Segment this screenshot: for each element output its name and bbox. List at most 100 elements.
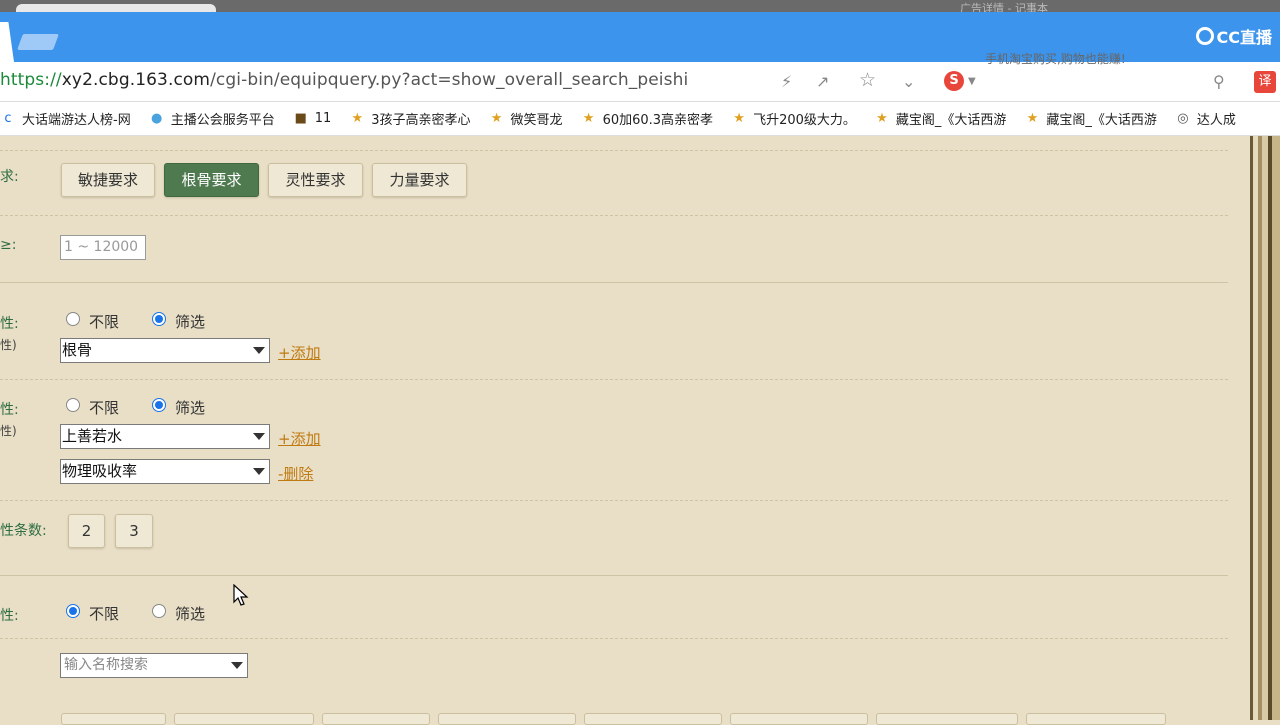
dropdown-arrow-icon [231, 662, 243, 669]
address-bar: https://xy2.cbg.163.com/cgi-bin/equipque… [0, 52, 1280, 102]
attr1-label: 性: [0, 316, 19, 332]
bookmark-icon: c [4, 110, 12, 126]
bookmark-item[interactable]: ★ 藏宝阁_《大话西游 [874, 109, 1007, 128]
bookmark-label: 60加60.3高亲密孝 [602, 113, 714, 128]
bookmark-label: 达人成 [1196, 113, 1236, 128]
attr3-radio-filter-label: 筛选 [175, 605, 206, 623]
chevron-down-icon[interactable]: ⌄ [902, 72, 915, 91]
mouse-cursor-icon [233, 584, 249, 606]
bookmark-icon: ■ [294, 110, 307, 126]
bottom-button[interactable] [1026, 713, 1166, 725]
attr1-select[interactable]: 根骨 [60, 338, 270, 363]
active-tab[interactable] [0, 22, 14, 62]
attr1-sublabel: 性) [0, 338, 17, 352]
bookmark-icon: ★ [582, 110, 595, 126]
attr2-radio-filter[interactable] [152, 398, 166, 412]
bookmark-item[interactable]: ★ 60加60.3高亲密孝 [581, 109, 714, 128]
attr2-select-1-value: 上善若水 [62, 427, 123, 445]
min-value-label: ≥: [0, 237, 17, 253]
bottom-button[interactable] [730, 713, 868, 725]
cc-logo-icon [1195, 27, 1214, 45]
bone-req-button[interactable]: 根骨要求 [164, 163, 259, 197]
bookmark-item[interactable]: ★ 飞升200级大力。 [731, 109, 856, 128]
divider [0, 282, 1228, 283]
attr1-radio-unlimited-label: 不限 [89, 313, 120, 331]
attr1-radio-filter[interactable] [152, 312, 166, 326]
translate-button[interactable]: 译 [1254, 71, 1276, 93]
lightning-icon[interactable]: ⚡ [781, 72, 792, 91]
requirement-label: 求: [0, 169, 19, 185]
attr2-sublabel: 性) [0, 424, 17, 438]
attr1-radio-filter-label: 筛选 [175, 313, 206, 331]
decorative-border [1250, 136, 1280, 720]
bookmark-icon: ◎ [1177, 110, 1189, 126]
divider [0, 575, 1228, 576]
url-field[interactable]: https://xy2.cbg.163.com/cgi-bin/equipque… [0, 70, 688, 90]
range-input[interactable]: 1 ~ 12000 [60, 235, 146, 260]
bottom-button[interactable] [876, 713, 1018, 725]
bookmark-icon: ★ [1026, 110, 1039, 126]
divider [0, 215, 1228, 216]
attr2-select-2-value: 物理吸收率 [62, 462, 138, 480]
dropdown-arrow-icon [253, 347, 265, 354]
agility-req-button[interactable]: 敏捷要求 [61, 163, 155, 197]
name-search-placeholder: 输入名称搜索 [64, 657, 148, 673]
attr3-radio-unlimited-label: 不限 [89, 605, 120, 623]
attr2-add-link[interactable]: +添加 [278, 428, 321, 449]
attr2-radio-unlimited-label: 不限 [89, 399, 120, 417]
bookmark-item[interactable]: ★ 3孩子高亲密孝心 [349, 109, 470, 128]
bookmark-label: 飞升200级大力。 [753, 113, 856, 128]
strength-req-button[interactable]: 力量要求 [372, 163, 467, 197]
attr2-radio-unlimited[interactable] [66, 398, 80, 412]
bookmark-label: 3孩子高亲密孝心 [371, 113, 471, 128]
bookmark-item[interactable]: ★ 微笑哥龙 [489, 109, 563, 128]
bookmark-icon: ★ [351, 110, 364, 126]
bookmark-label: 微笑哥龙 [510, 113, 563, 128]
attr3-radio-unlimited[interactable] [66, 604, 80, 618]
star-icon[interactable]: ☆ [859, 69, 876, 91]
divider [0, 150, 1228, 151]
bookmark-item[interactable]: ◎ 达人成 [1175, 109, 1236, 128]
attr-count-label: 性条数: [0, 523, 47, 539]
bottom-button[interactable] [322, 713, 430, 725]
attr2-label: 性: [0, 402, 19, 418]
bottom-button[interactable] [174, 713, 314, 725]
bookmark-label: 大话端游达人榜-网 [22, 113, 131, 128]
bottom-button[interactable] [61, 713, 166, 725]
bottom-button[interactable] [584, 713, 722, 725]
bookmark-item[interactable]: c 大话端游达人榜-网 [0, 109, 131, 128]
ad-overlay-text: 手机淘宝购买,购物也能赚! [985, 52, 1126, 66]
attr2-select-2[interactable]: 物理吸收率 [60, 459, 270, 484]
dropdown-arrow-icon [253, 468, 265, 475]
name-search-select[interactable]: 输入名称搜索 [60, 653, 248, 678]
bookmark-item[interactable]: ★ 藏宝阁_《大话西游 [1024, 109, 1157, 128]
bookmark-item[interactable]: ■ 11 [293, 111, 332, 126]
share-icon[interactable]: ↗ [816, 72, 829, 91]
sogou-icon[interactable]: S [944, 71, 964, 91]
bookmarks-bar: c 大话端游达人榜-网 ● 主播公会服务平台 ■ 11 ★ 3孩子高亲密孝心 ★ 微笑哥龙… [0, 102, 1280, 136]
attr2-select-1[interactable]: 上善若水 [60, 424, 270, 449]
attr1-radio-unlimited[interactable] [66, 312, 80, 326]
new-tab-button[interactable] [17, 34, 59, 50]
attr2-radio-filter-label: 筛选 [175, 399, 206, 417]
attr2-delete-link[interactable]: -删除 [278, 463, 313, 484]
attr1-add-link[interactable]: +添加 [278, 342, 321, 363]
os-top-strip: 广告详情 - 记事本 [0, 0, 1280, 15]
url-scheme: https:// [0, 70, 62, 90]
watermark-text: CC直播 [1216, 28, 1273, 47]
spirit-req-button[interactable]: 灵性要求 [268, 163, 363, 197]
attr-count-2-button[interactable]: 2 [68, 514, 105, 548]
bookmark-icon: ★ [876, 110, 888, 126]
bookmark-item[interactable]: ● 主播公会服务平台 [149, 109, 275, 128]
bookmark-label: 藏宝阁_《大话西游 [895, 113, 1007, 128]
divider [0, 379, 1228, 380]
search-form: 求: 敏捷要求 根骨要求 灵性要求 力量要求 ≥: 1 ~ 12000 性: 性… [0, 136, 1250, 725]
bookmark-icon: ● [151, 110, 163, 126]
attr-count-3-button[interactable]: 3 [115, 514, 153, 548]
attr3-radio-filter[interactable] [152, 604, 166, 618]
caret-icon[interactable]: ▼ [968, 76, 976, 87]
search-icon[interactable]: ⚲ [1213, 72, 1225, 91]
bottom-button[interactable] [438, 713, 576, 725]
url-host: xy2.cbg.163.com [61, 70, 211, 90]
bookmark-label: 主播公会服务平台 [170, 113, 275, 128]
